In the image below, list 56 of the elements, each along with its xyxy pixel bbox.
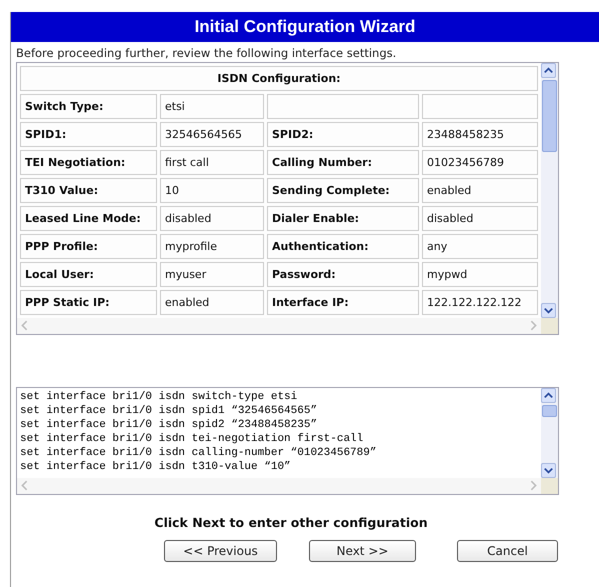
setting-label: SPID1: [20, 122, 157, 147]
scrollbar-thumb[interactable] [542, 80, 557, 152]
horizontal-scrollbar[interactable] [17, 318, 541, 334]
vertical-scrollbar[interactable] [541, 388, 558, 478]
setting-value: enabled [422, 178, 538, 203]
setting-value: first call [160, 150, 264, 175]
command-text-area[interactable] [16, 387, 559, 495]
vertical-scrollbar[interactable] [541, 63, 558, 318]
wizard-button[interactable]: << Previous [164, 540, 277, 562]
setting-value: any [422, 234, 538, 259]
intro-text: Before proceeding further, review the following interface settings. [16, 46, 398, 60]
scroll-up-icon[interactable] [541, 63, 556, 78]
setting-label: Sending Complete: [267, 178, 419, 203]
setting-value: 01023456789 [422, 150, 538, 175]
setting-value: enabled [160, 290, 264, 315]
setting-value: 32546564565 [160, 122, 264, 147]
setting-label: Switch Type: [20, 94, 157, 119]
command-line: set interface bri1/0 isdn t310-value “10” [20, 460, 292, 474]
setting-value: disabled [160, 206, 264, 231]
setting-value: 23488458235 [422, 122, 538, 147]
setting-label: Password: [267, 262, 419, 287]
scrollbar-corner [541, 318, 558, 334]
scroll-down-icon[interactable] [541, 463, 556, 478]
command-line: set interface bri1/0 isdn spid1 “32546564565” [20, 404, 318, 418]
setting-value: 122.122.122.122 [422, 290, 538, 315]
setting-label: SPID2: [267, 122, 419, 147]
wizard-button[interactable]: Next >> [309, 540, 416, 562]
command-line: set interface bri1/0 isdn spid2 “23488458235” [20, 418, 318, 432]
setting-value: 10 [160, 178, 264, 203]
setting-label: PPP Profile: [20, 234, 157, 259]
scroll-up-icon[interactable] [541, 388, 556, 403]
setting-label: PPP Static IP: [20, 290, 157, 315]
scrollbar-corner [541, 478, 558, 494]
setting-label: Local User: [20, 262, 157, 287]
setting-value: disabled [422, 206, 538, 231]
setting-label: Interface IP: [267, 290, 419, 315]
scrollbar-thumb[interactable] [542, 405, 557, 417]
setting-label: Dialer Enable: [267, 206, 419, 231]
setting-label: T310 Value: [20, 178, 157, 203]
command-line: set interface bri1/0 isdn switch-type etsi [20, 390, 298, 404]
instruction-text: Click Next to enter other configuration [153, 515, 429, 530]
setting-value: mypwd [422, 262, 538, 287]
command-line: set interface bri1/0 isdn calling-number “01023456789” [20, 446, 378, 460]
window-title: Initial Configuration Wizard [11, 12, 599, 42]
scroll-down-icon[interactable] [541, 303, 556, 318]
table-heading: ISDN Configuration: [20, 66, 538, 91]
horizontal-scrollbar[interactable] [17, 478, 541, 494]
wizard-button[interactable]: Cancel [457, 540, 558, 562]
setting-value: etsi [160, 94, 264, 119]
setting-label: Authentication: [267, 234, 419, 259]
setting-label: Calling Number: [267, 150, 419, 175]
setting-value: myprofile [160, 234, 264, 259]
setting-label: TEI Negotiation: [20, 150, 157, 175]
setting-value: myuser [160, 262, 264, 287]
setting-label: Leased Line Mode: [20, 206, 157, 231]
command-line: set interface bri1/0 isdn tei-negotiation first-call [20, 432, 364, 446]
